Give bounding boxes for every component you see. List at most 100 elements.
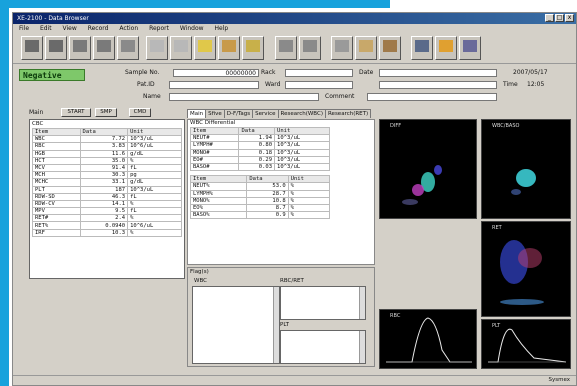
toolbar-button-12[interactable] xyxy=(299,36,321,60)
pat-id-field[interactable] xyxy=(169,81,259,89)
table-row[interactable]: MCH 30.3 pg xyxy=(32,171,182,180)
unit-cell: % xyxy=(287,203,331,213)
edit-icon xyxy=(246,40,260,52)
rbc-ret-flag-scrollbar[interactable] xyxy=(359,287,365,319)
date-field-blank[interactable] xyxy=(379,69,497,77)
comment-field[interactable] xyxy=(367,93,497,101)
close-button[interactable]: x xyxy=(565,14,574,22)
tab-service[interactable]: Service xyxy=(252,109,279,118)
unit-cell: 10^6/uL xyxy=(127,221,182,230)
toolbar-button-3[interactable] xyxy=(69,36,91,60)
toolbar-button-5[interactable] xyxy=(117,36,139,60)
table-row[interactable]: RET# 2.4% xyxy=(32,214,182,223)
column-header[interactable]: Unit xyxy=(287,175,331,184)
table-row[interactable]: IRF 10.3% xyxy=(32,228,182,237)
table-row[interactable]: HGB 11.6 g/dL xyxy=(32,149,182,158)
rbc-curve xyxy=(386,317,472,363)
wbc-flag-scrollbar[interactable] xyxy=(273,287,279,363)
toolbar-button-16[interactable] xyxy=(411,36,433,60)
toolbar-button-14[interactable] xyxy=(355,36,377,60)
menu-window[interactable]: Window xyxy=(180,25,204,32)
table-row[interactable]: MCV 91.4 fL xyxy=(32,163,182,173)
menu-file[interactable]: File xyxy=(19,25,29,32)
column-header[interactable]: Item xyxy=(189,175,248,184)
wbc-flag-box[interactable] xyxy=(192,286,280,364)
cmd-button[interactable]: CMD xyxy=(129,108,151,117)
toolbar-button-18[interactable] xyxy=(459,36,481,60)
column-header[interactable]: Unit xyxy=(274,126,330,136)
table-row[interactable]: NEUT% 53.0% xyxy=(189,182,331,191)
minimize-button[interactable]: _ xyxy=(545,14,554,22)
tab-df-tags[interactable]: D-F/Tags xyxy=(223,109,254,118)
toolbar-button-4[interactable] xyxy=(93,36,115,60)
plt-curve xyxy=(488,328,567,363)
rack-field[interactable] xyxy=(285,69,353,77)
smp-button[interactable]: SMP xyxy=(95,108,117,117)
table-icon xyxy=(303,40,317,52)
toolbar-button-13[interactable] xyxy=(331,36,353,60)
menu-report[interactable]: Report xyxy=(149,25,169,32)
toolbar-button-15[interactable] xyxy=(379,36,401,60)
menu-record[interactable]: Record xyxy=(88,25,109,32)
column-header[interactable]: Data xyxy=(246,175,289,184)
table-row[interactable]: RBC 3.83 10^6/uL xyxy=(32,142,182,151)
cbc-title: CBC xyxy=(32,121,44,127)
table-row[interactable]: BASO% 0.9% xyxy=(189,211,331,220)
unit-cell: g/dL xyxy=(127,178,182,187)
table-row[interactable]: HCT 35.0% xyxy=(32,156,182,165)
toolbar-button-2[interactable] xyxy=(45,36,67,60)
data-cell: 53.0 xyxy=(246,182,289,191)
column-header[interactable]: Data xyxy=(238,126,276,136)
flags-panel: Flag(s) WBC RBC/RET PLT xyxy=(187,267,375,367)
toolbar-button-1[interactable] xyxy=(21,36,43,60)
menu-view[interactable]: View xyxy=(63,25,77,32)
tab-sfive[interactable]: Sfive xyxy=(205,109,225,118)
table-row[interactable]: RET% 0.0940 10^6/uL xyxy=(32,221,182,230)
toolbar-button-11[interactable] xyxy=(275,36,297,60)
column-header[interactable]: Item xyxy=(189,126,240,136)
tab-main[interactable]: Main xyxy=(187,109,207,118)
table-row[interactable]: LYMPH# 0.80 10^3/uL xyxy=(189,141,330,150)
column-header[interactable]: Data xyxy=(79,127,129,137)
table-row[interactable]: MCHC 33.1 g/dL xyxy=(32,178,182,187)
start-button[interactable]: START xyxy=(61,108,91,117)
table-row[interactable]: LYMPH% 28.7% xyxy=(189,189,331,198)
name-field[interactable] xyxy=(169,93,319,101)
table-row[interactable]: NEUT# 1.94 10^3/uL xyxy=(189,134,330,143)
diff-cluster-mono xyxy=(434,165,442,175)
plt-flag-box[interactable] xyxy=(280,330,366,364)
table-row[interactable]: RDW-CV 14.1% xyxy=(32,199,182,209)
toolbar-button-9[interactable] xyxy=(218,36,240,60)
column-header[interactable]: Item xyxy=(32,127,81,137)
maximize-button[interactable]: □ xyxy=(555,14,564,22)
toolbar-button-7[interactable] xyxy=(170,36,192,60)
table-row[interactable]: WBC 7.72 10^3/uL xyxy=(32,135,182,144)
table-row[interactable]: EO# 0.29 10^3/uL xyxy=(189,155,330,164)
table-row[interactable]: EO% 8.7% xyxy=(189,203,331,213)
table-row[interactable]: PLT 187 10^3/uL xyxy=(32,185,182,194)
table-row[interactable]: RDW-SD 46.3 fL xyxy=(32,192,182,201)
menu-help[interactable]: Help xyxy=(214,25,228,32)
menu-edit[interactable]: Edit xyxy=(40,25,52,32)
column-header[interactable]: Unit xyxy=(127,127,182,137)
unit-cell: pg xyxy=(127,171,182,180)
tab-research-wbc[interactable]: Research(WBC) xyxy=(277,109,326,118)
toolbar-button-17[interactable] xyxy=(435,36,457,60)
table-header-row: Item Data Unit xyxy=(189,175,331,184)
item-cell: NEUT# xyxy=(189,134,240,143)
toolbar-button-8[interactable] xyxy=(194,36,216,60)
sample-no-field[interactable]: 00000000 xyxy=(173,69,259,77)
time-field-blank[interactable] xyxy=(379,81,497,89)
table-row[interactable]: MONO% 10.8% xyxy=(189,196,331,205)
toolbar-button-6[interactable] xyxy=(146,36,168,60)
plt-flag-scrollbar[interactable] xyxy=(359,331,365,363)
item-cell: MCHC xyxy=(32,178,81,187)
menu-action[interactable]: Action xyxy=(119,25,138,32)
tab-research-ret[interactable]: Research(RET) xyxy=(324,109,372,118)
ward-field[interactable] xyxy=(285,81,353,89)
rbc-ret-flag-box[interactable] xyxy=(280,286,366,320)
toolbar-button-10[interactable] xyxy=(242,36,264,60)
table-row[interactable]: BASO# 0.03 10^3/uL xyxy=(189,162,330,172)
table-row[interactable]: MONO# 0.18 10^3/uL xyxy=(189,148,330,157)
table-row[interactable]: MPV 9.5 fL xyxy=(32,207,182,216)
